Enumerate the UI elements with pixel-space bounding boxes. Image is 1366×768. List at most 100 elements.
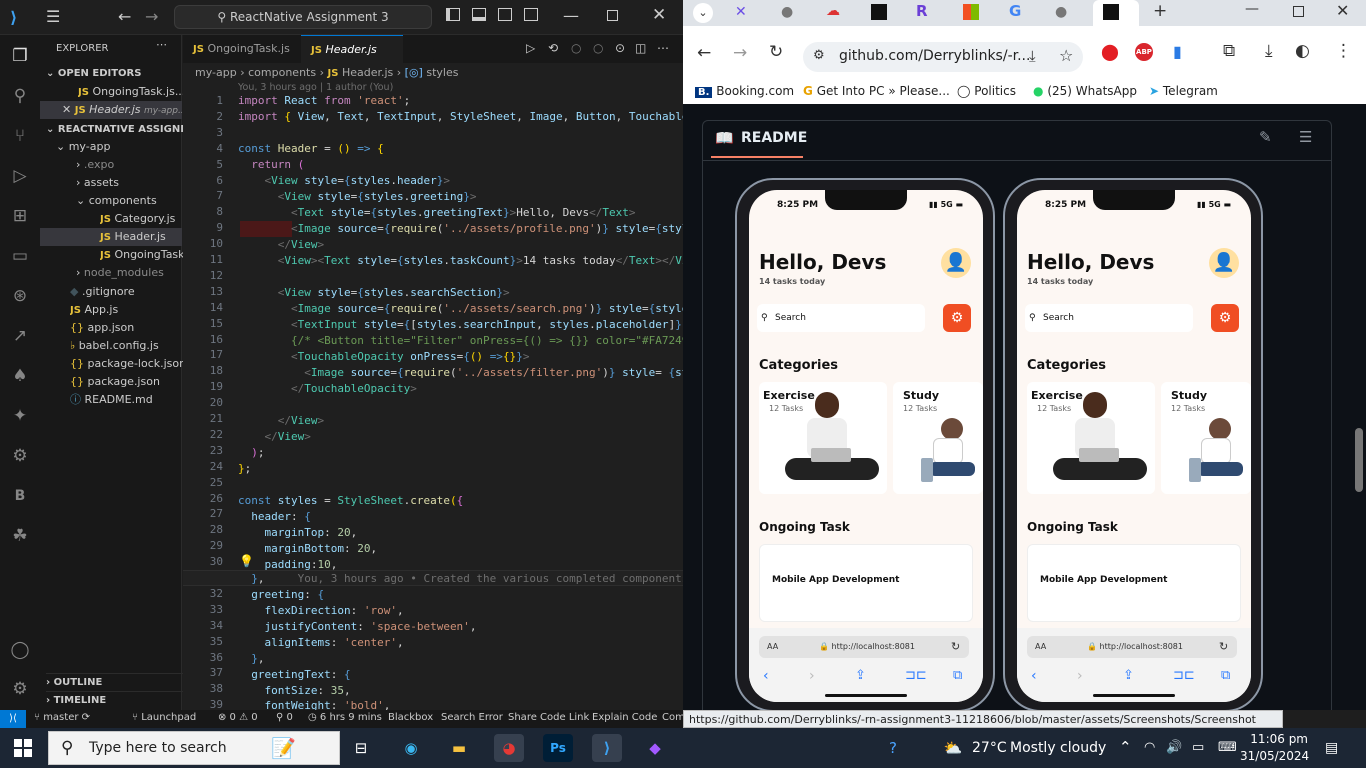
windows-start-icon[interactable] (14, 739, 32, 757)
figma-icon[interactable]: ◆ (640, 734, 670, 762)
run-icon[interactable]: ▷ (526, 41, 535, 55)
manage-gear-icon[interactable]: ⚙ (7, 676, 33, 702)
command-center[interactable]: ⚲ ReactNative Assignment 3 (174, 5, 432, 29)
explorer-icon[interactable]: ❐ (7, 43, 33, 69)
photoshop-icon[interactable]: Ps (543, 734, 573, 762)
category-card[interactable]: Study 12 Tasks (893, 382, 983, 494)
close-button[interactable]: ✕ (1336, 1, 1349, 20)
search-field[interactable]: ⚲ Search (757, 304, 925, 332)
file-explorer-icon[interactable]: ▬ (444, 734, 474, 762)
tab-favicon[interactable]: ● (781, 4, 793, 20)
timeline-header[interactable]: › TIMELINE (46, 691, 188, 709)
settings-sync-icon[interactable]: ⚙ (7, 443, 33, 469)
maximize-button[interactable] (1293, 6, 1304, 17)
opera-icon[interactable]: ⬤ (1101, 42, 1119, 61)
outline-header[interactable]: › OUTLINE (46, 673, 188, 691)
status-item[interactable]: Blackbox (388, 712, 433, 723)
install-icon[interactable]: ⤓ (1029, 47, 1036, 65)
vscode-icon[interactable]: ⟩ (592, 734, 622, 762)
source-control-icon[interactable]: ⑂ (7, 123, 33, 149)
tab-favicon[interactable]: ● (1055, 4, 1067, 20)
branch-status[interactable]: ⑂ master ⟳ (34, 712, 90, 723)
edit-pencil-icon[interactable]: ✎ (1259, 128, 1272, 146)
ongoing-task-card[interactable]: Mobile App Development (759, 544, 973, 622)
more-icon[interactable]: ⋯ (657, 41, 669, 55)
clock-time[interactable]: 11:06 pm (1250, 732, 1308, 746)
tab-favicon[interactable] (871, 4, 887, 20)
readme-title[interactable]: README (741, 130, 807, 146)
project-header[interactable]: ⌄ REACTNATIVE ASSIGNME... (46, 121, 188, 139)
notifications-icon[interactable]: ▤ (1325, 740, 1338, 756)
git-graph-icon[interactable]: ⊛ (7, 283, 33, 309)
address-bar[interactable]: ⚙ github.com/Derryblinks/-r... ⤓ ☆ (803, 42, 1083, 72)
tree-my-app[interactable]: ⌄ my-app (56, 138, 198, 156)
compare-icon[interactable]: ○ (571, 41, 581, 55)
tab-favicon[interactable]: R (916, 2, 928, 20)
breadcrumb-item[interactable]: Header.js (342, 66, 393, 79)
timeline-icon[interactable]: ⊙ (615, 41, 625, 55)
open-editors-header[interactable]: ⌄ OPEN EDITORS (46, 65, 188, 83)
extensions-icon[interactable]: ⊞ (7, 203, 33, 229)
close-icon[interactable]: ✕ (62, 103, 71, 116)
breadcrumb-item[interactable]: components (248, 66, 316, 79)
back-icon[interactable]: ‹ (763, 668, 769, 684)
url-text[interactable]: github.com/Derryblinks/-r... (839, 48, 1030, 64)
bookmark-getintopc[interactable]: G Get Into PC » Please... (803, 84, 950, 98)
minimize-button[interactable]: — (563, 6, 579, 25)
extension-icon[interactable]: ▮ (1173, 42, 1182, 61)
problems-status[interactable]: ⊗ 0 ⚠ 0 (218, 712, 258, 723)
profile-icon[interactable]: ◐ (1295, 41, 1310, 61)
forward-icon[interactable]: › (1077, 668, 1083, 684)
filter-button[interactable]: ⚙ (1211, 304, 1239, 332)
back-icon[interactable]: ‹ (1031, 668, 1037, 684)
breadcrumb-item[interactable]: styles (426, 66, 458, 79)
status-item[interactable]: Com (662, 712, 685, 723)
edge-icon[interactable]: ◉ (396, 734, 426, 762)
mongodb-leaf-icon[interactable]: ♠ (7, 363, 33, 389)
volume-icon[interactable]: 🔊 (1166, 740, 1182, 755)
launchpad-status[interactable]: ⑂ Launchpad (132, 712, 196, 723)
bookmark-star-icon[interactable]: ☆ (1059, 46, 1073, 65)
ports-status[interactable]: ⚲ 0 (276, 712, 293, 723)
reader-icon[interactable]: AA (767, 636, 778, 658)
tab-favicon[interactable]: ✕ (735, 4, 747, 20)
tab-favicon[interactable]: G (1009, 2, 1021, 20)
status-item[interactable]: Share Code Link (508, 712, 589, 723)
remote-icon[interactable]: ⟩⟨ (0, 710, 26, 728)
close-button[interactable]: ✕ (652, 5, 666, 25)
forward-icon[interactable]: → (733, 43, 747, 63)
active-tab[interactable] (1093, 0, 1139, 26)
bookmarks-icon[interactable]: ⊐⊏ (905, 668, 927, 683)
run-debug-icon[interactable]: ▷ (7, 163, 33, 189)
tabs-icon[interactable]: ⧉ (1221, 668, 1230, 683)
reload-icon[interactable]: ↻ (951, 636, 960, 658)
bookmark-booking[interactable]: B. Booking.com (695, 84, 794, 98)
category-card[interactable]: Study 12 Tasks (1161, 382, 1251, 494)
codelens-blame[interactable]: You, 3 hours ago | 1 author (You) (238, 82, 393, 93)
bookmarks-icon[interactable]: ⊐⊏ (1173, 668, 1195, 683)
downloads-icon[interactable]: ⤓ (1265, 41, 1273, 61)
battery-icon[interactable]: ▭ (1192, 740, 1204, 755)
site-info-icon[interactable]: ⚙ (813, 48, 825, 63)
profile-avatar[interactable]: 👤 (941, 248, 971, 278)
bookmark-politics[interactable]: ◯ Politics (957, 84, 1016, 98)
breadcrumb-item[interactable]: my-app (195, 66, 237, 79)
reload-icon[interactable]: ↻ (769, 42, 783, 62)
maximize-button[interactable] (607, 10, 618, 21)
blackbox-icon[interactable]: B (7, 483, 33, 509)
more-actions-icon[interactable]: ⋯ (156, 38, 167, 51)
time-tracker[interactable]: ◷ 6 hrs 9 mins (308, 712, 382, 723)
tab-ongoingtask[interactable]: JS OngoingTask.js (183, 35, 301, 63)
bookmark-whatsapp[interactable]: ● (25) WhatsApp (1033, 84, 1137, 98)
remote-explorer-icon[interactable]: ▭ (7, 243, 33, 269)
filter-button[interactable]: ⚙ (943, 304, 971, 332)
git-icon[interactable]: ○ (593, 41, 603, 55)
open-editor-header[interactable]: ✕ JS Header.js my-app... (40, 101, 182, 119)
minimize-button[interactable]: — (1245, 1, 1259, 17)
adblock-icon[interactable]: ABP (1135, 43, 1153, 61)
help-icon[interactable]: ? (878, 734, 908, 762)
toggle-secondary-sidebar-icon[interactable] (498, 8, 512, 21)
weather-text[interactable]: Mostly cloudy (1010, 740, 1106, 756)
temperature[interactable]: 27°C (972, 740, 1007, 756)
category-card[interactable]: Exercise 12 Tasks (1027, 382, 1155, 494)
